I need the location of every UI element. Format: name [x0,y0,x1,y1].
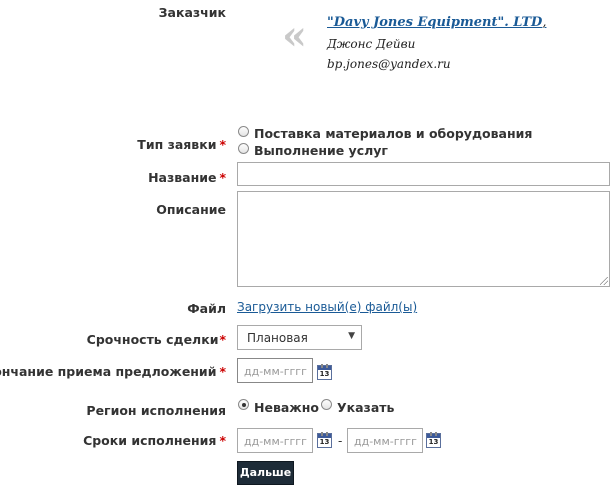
terms-to-date-input[interactable]: дд-мм-гггг [347,428,423,453]
title-label: Название * [148,170,226,185]
deadline-placeholder: дд-мм-гггг [244,365,307,378]
calendar-icon[interactable]: 13 [317,364,332,380]
terms-to-placeholder: дд-мм-гггг [354,435,417,448]
calendar-icon[interactable]: 13 [317,432,332,448]
radio-supply-label[interactable]: Поставка материалов и оборудования [254,126,532,141]
required-mark: * [219,137,226,152]
urgency-selected-value: Плановая [247,331,308,345]
calendar-icon[interactable]: 13 [426,432,441,448]
quote-icon: « [282,12,307,59]
deadline-label: Окончание приема предложений* [0,364,226,379]
radio-supply[interactable] [238,126,249,137]
file-label: Файл [187,301,226,316]
region-label: Регион исполнения [86,403,226,418]
required-mark: * [219,170,226,185]
company-comma: , [542,15,547,30]
contact-email: bp.jones@yandex.ru [327,57,451,71]
radio-region-any-label[interactable]: Неважно [254,400,319,415]
urgency-select[interactable]: Плановая ▼ [237,325,362,350]
company-name[interactable]: "Davy Jones Equipment". LTD [327,15,542,30]
required-mark: * [219,364,226,379]
company-link[interactable]: "Davy Jones Equipment". LTD, [327,15,546,30]
next-button[interactable]: Дальше [237,461,294,485]
deadline-date-input[interactable]: дд-мм-гггг [237,358,313,383]
description-textarea[interactable] [237,191,610,287]
request-type-label: Тип заявки * [137,137,226,152]
terms-from-date-input[interactable]: дд-мм-гггг [237,428,313,453]
customer-label: Заказчик [158,5,226,20]
title-input[interactable] [237,162,610,186]
resize-grip-icon[interactable] [600,277,608,285]
radio-region-any[interactable] [238,399,249,410]
description-label: Описание [156,202,226,217]
urgency-label: Срочность сделки* [86,332,226,347]
date-range-separator: - [338,434,343,448]
required-mark: * [219,332,226,347]
radio-services[interactable] [238,143,249,154]
required-mark: * [219,433,226,448]
contact-name: Джонс Дейви [327,37,416,51]
dropdown-arrow-icon: ▼ [348,331,355,341]
terms-label: Сроки исполнения * [83,433,226,448]
radio-services-label[interactable]: Выполнение услуг [254,143,388,158]
radio-region-specify[interactable] [321,399,332,410]
upload-files-link[interactable]: Загрузить новый(е) файл(ы) [237,300,417,314]
radio-region-specify-label[interactable]: Указать [337,400,394,415]
terms-from-placeholder: дд-мм-гггг [244,435,307,448]
